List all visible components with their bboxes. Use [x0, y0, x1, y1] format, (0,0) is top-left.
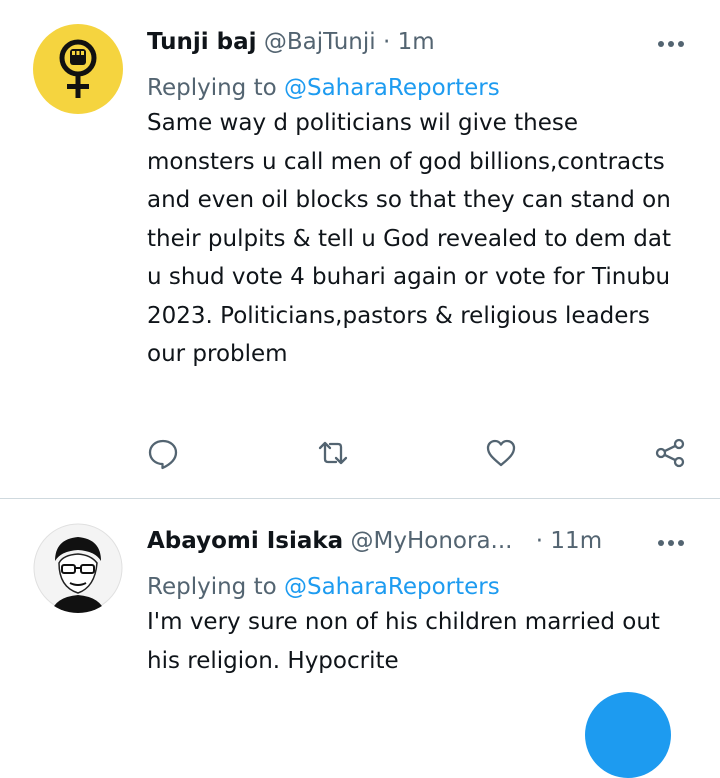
reply-icon: [148, 439, 178, 470]
like-button[interactable]: [484, 436, 518, 470]
tweet-header: Abayomi Isiaka @MyHonora... · 11m: [147, 526, 672, 556]
replying-to-line: Replying to @SaharaReporters: [147, 73, 672, 103]
tweet-header: Tunji baj @BajTunji · 1m: [147, 27, 672, 57]
female-symbol-fist-icon: [59, 39, 97, 98]
avatar[interactable]: [33, 523, 123, 613]
replying-label: Replying to: [147, 75, 277, 101]
replying-to-line: Replying to @SaharaReporters: [147, 572, 672, 602]
tweet-actions: [0, 436, 720, 480]
user-handle[interactable]: @MyHonora...: [351, 528, 513, 554]
retweet-button[interactable]: [316, 436, 350, 470]
mention-link[interactable]: @SaharaReporters: [284, 574, 500, 600]
replying-label: Replying to: [147, 574, 277, 600]
mention-link[interactable]: @SaharaReporters: [284, 75, 500, 101]
user-handle[interactable]: @BajTunji: [264, 29, 376, 55]
retweet-icon: [318, 441, 348, 465]
separator-dot: ·: [535, 528, 544, 554]
tweet-2[interactable]: Abayomi Isiaka @MyHonora... · 11m Replyi…: [0, 499, 720, 706]
display-name[interactable]: Abayomi Isiaka: [147, 528, 343, 554]
timestamp[interactable]: 1m: [398, 29, 435, 55]
tweet-text: Same way d politicians wil give these mo…: [147, 110, 671, 367]
avatar[interactable]: [33, 24, 123, 114]
compose-tweet-button[interactable]: [585, 692, 671, 778]
reply-button[interactable]: [146, 436, 180, 470]
like-icon: [486, 439, 516, 467]
share-button[interactable]: [653, 436, 687, 470]
tweet-1[interactable]: Tunji baj @BajTunji · 1m Replying to @Sa…: [0, 0, 720, 498]
tweet-text: I'm very sure non of his children marrie…: [147, 609, 660, 674]
share-icon: [655, 438, 685, 468]
timestamp[interactable]: 11m: [550, 528, 602, 554]
portrait-avatar: [33, 523, 123, 613]
display-name[interactable]: Tunji baj: [147, 29, 257, 55]
separator-dot: ·: [382, 29, 391, 55]
